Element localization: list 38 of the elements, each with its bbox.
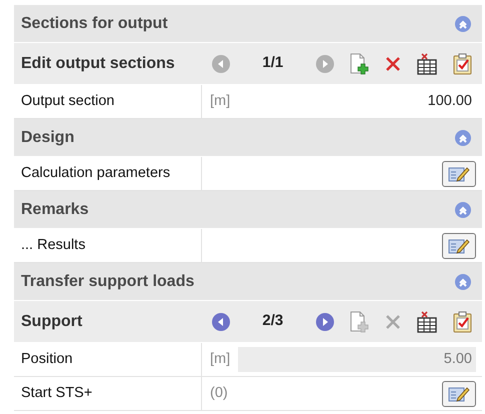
unit-label: [m] bbox=[210, 350, 230, 369]
table-icon[interactable] bbox=[416, 310, 438, 332]
field-label: Start STS+ bbox=[14, 377, 202, 410]
section-title: Sections for output bbox=[21, 14, 168, 34]
value-field[interactable]: 100.00 bbox=[238, 88, 476, 114]
page-counter: 1/1 bbox=[261, 53, 284, 74]
page-counter: 2/3 bbox=[261, 311, 284, 332]
count-label: (0) bbox=[210, 384, 228, 403]
checklist-icon[interactable] bbox=[452, 310, 474, 332]
new-document-icon[interactable] bbox=[348, 310, 370, 332]
collapse-icon[interactable] bbox=[454, 200, 472, 218]
field-label: Output section bbox=[14, 85, 202, 118]
section-title: Design bbox=[21, 128, 74, 148]
collapse-icon[interactable] bbox=[454, 128, 472, 146]
row-label: Support bbox=[21, 312, 84, 332]
edit-icon bbox=[448, 166, 470, 182]
edit-button[interactable] bbox=[442, 160, 476, 186]
edit-icon bbox=[448, 386, 470, 402]
field-label: Calculation parameters bbox=[14, 157, 202, 190]
collapse-icon[interactable] bbox=[454, 272, 472, 290]
edit-button[interactable] bbox=[442, 380, 476, 406]
section-title: Remarks bbox=[21, 200, 89, 220]
row-label: Edit output sections bbox=[21, 54, 176, 74]
delete-icon[interactable] bbox=[384, 54, 402, 72]
next-icon[interactable] bbox=[314, 54, 335, 74]
field-label: ... Results bbox=[14, 229, 202, 262]
previous-icon[interactable] bbox=[211, 54, 231, 74]
unit-label: [m] bbox=[210, 92, 230, 111]
edit-button[interactable] bbox=[442, 232, 476, 258]
next-icon[interactable] bbox=[314, 312, 335, 332]
field-label: Position bbox=[14, 343, 202, 376]
new-document-icon[interactable] bbox=[348, 52, 370, 74]
previous-icon[interactable] bbox=[211, 312, 231, 332]
collapse-icon[interactable] bbox=[454, 14, 472, 32]
table-icon[interactable] bbox=[416, 52, 438, 74]
checklist-icon[interactable] bbox=[452, 52, 474, 74]
edit-icon bbox=[448, 238, 470, 254]
section-title: Transfer support loads bbox=[21, 272, 194, 292]
